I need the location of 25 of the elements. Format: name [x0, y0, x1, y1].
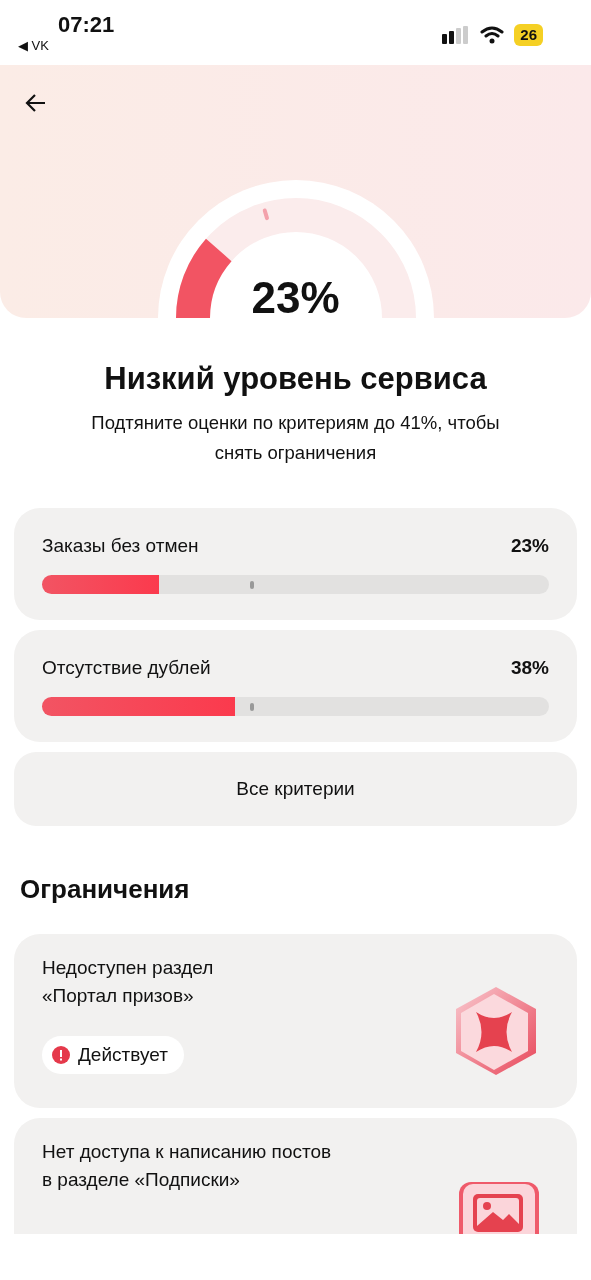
criterion-percent: 23% [510, 534, 549, 558]
back-to-app-link[interactable]: ◀ VK [18, 38, 115, 54]
back-arrow-icon [25, 93, 47, 113]
restrictions-heading: Ограничения [20, 873, 191, 906]
wifi-icon [480, 26, 505, 44]
target-marker [249, 580, 254, 589]
criterion-percent: 38% [510, 656, 549, 680]
restriction-title-line: «Портал призов» [42, 984, 195, 1008]
restriction-title-line: в разделе «Подписки» [42, 1168, 241, 1192]
restriction-title-line: Недоступен раздел [42, 956, 214, 980]
alert-icon [52, 1046, 70, 1064]
service-level-title: Низкий уровень сервиса [103, 360, 488, 398]
picture-icon [457, 1180, 541, 1234]
service-level-description: Подтяните оценки по критериям до 41%, чтобы снять ограничения [90, 411, 501, 465]
restriction-title-line: Нет доступа к написанию постов [42, 1140, 332, 1164]
target-marker [262, 208, 269, 221]
target-marker [249, 702, 254, 711]
criterion-name: Заказы без отмен [42, 534, 199, 558]
status-time: 07:21 [58, 12, 115, 38]
battery-indicator: 26 [514, 24, 543, 46]
score-percent: 23% [251, 272, 340, 324]
status-text: Действует [78, 1042, 168, 1067]
criterion-name: Отсутствие дублей [42, 656, 211, 680]
signal-icon [442, 26, 471, 44]
all-criteria-button[interactable]: Все критерии [14, 752, 577, 826]
